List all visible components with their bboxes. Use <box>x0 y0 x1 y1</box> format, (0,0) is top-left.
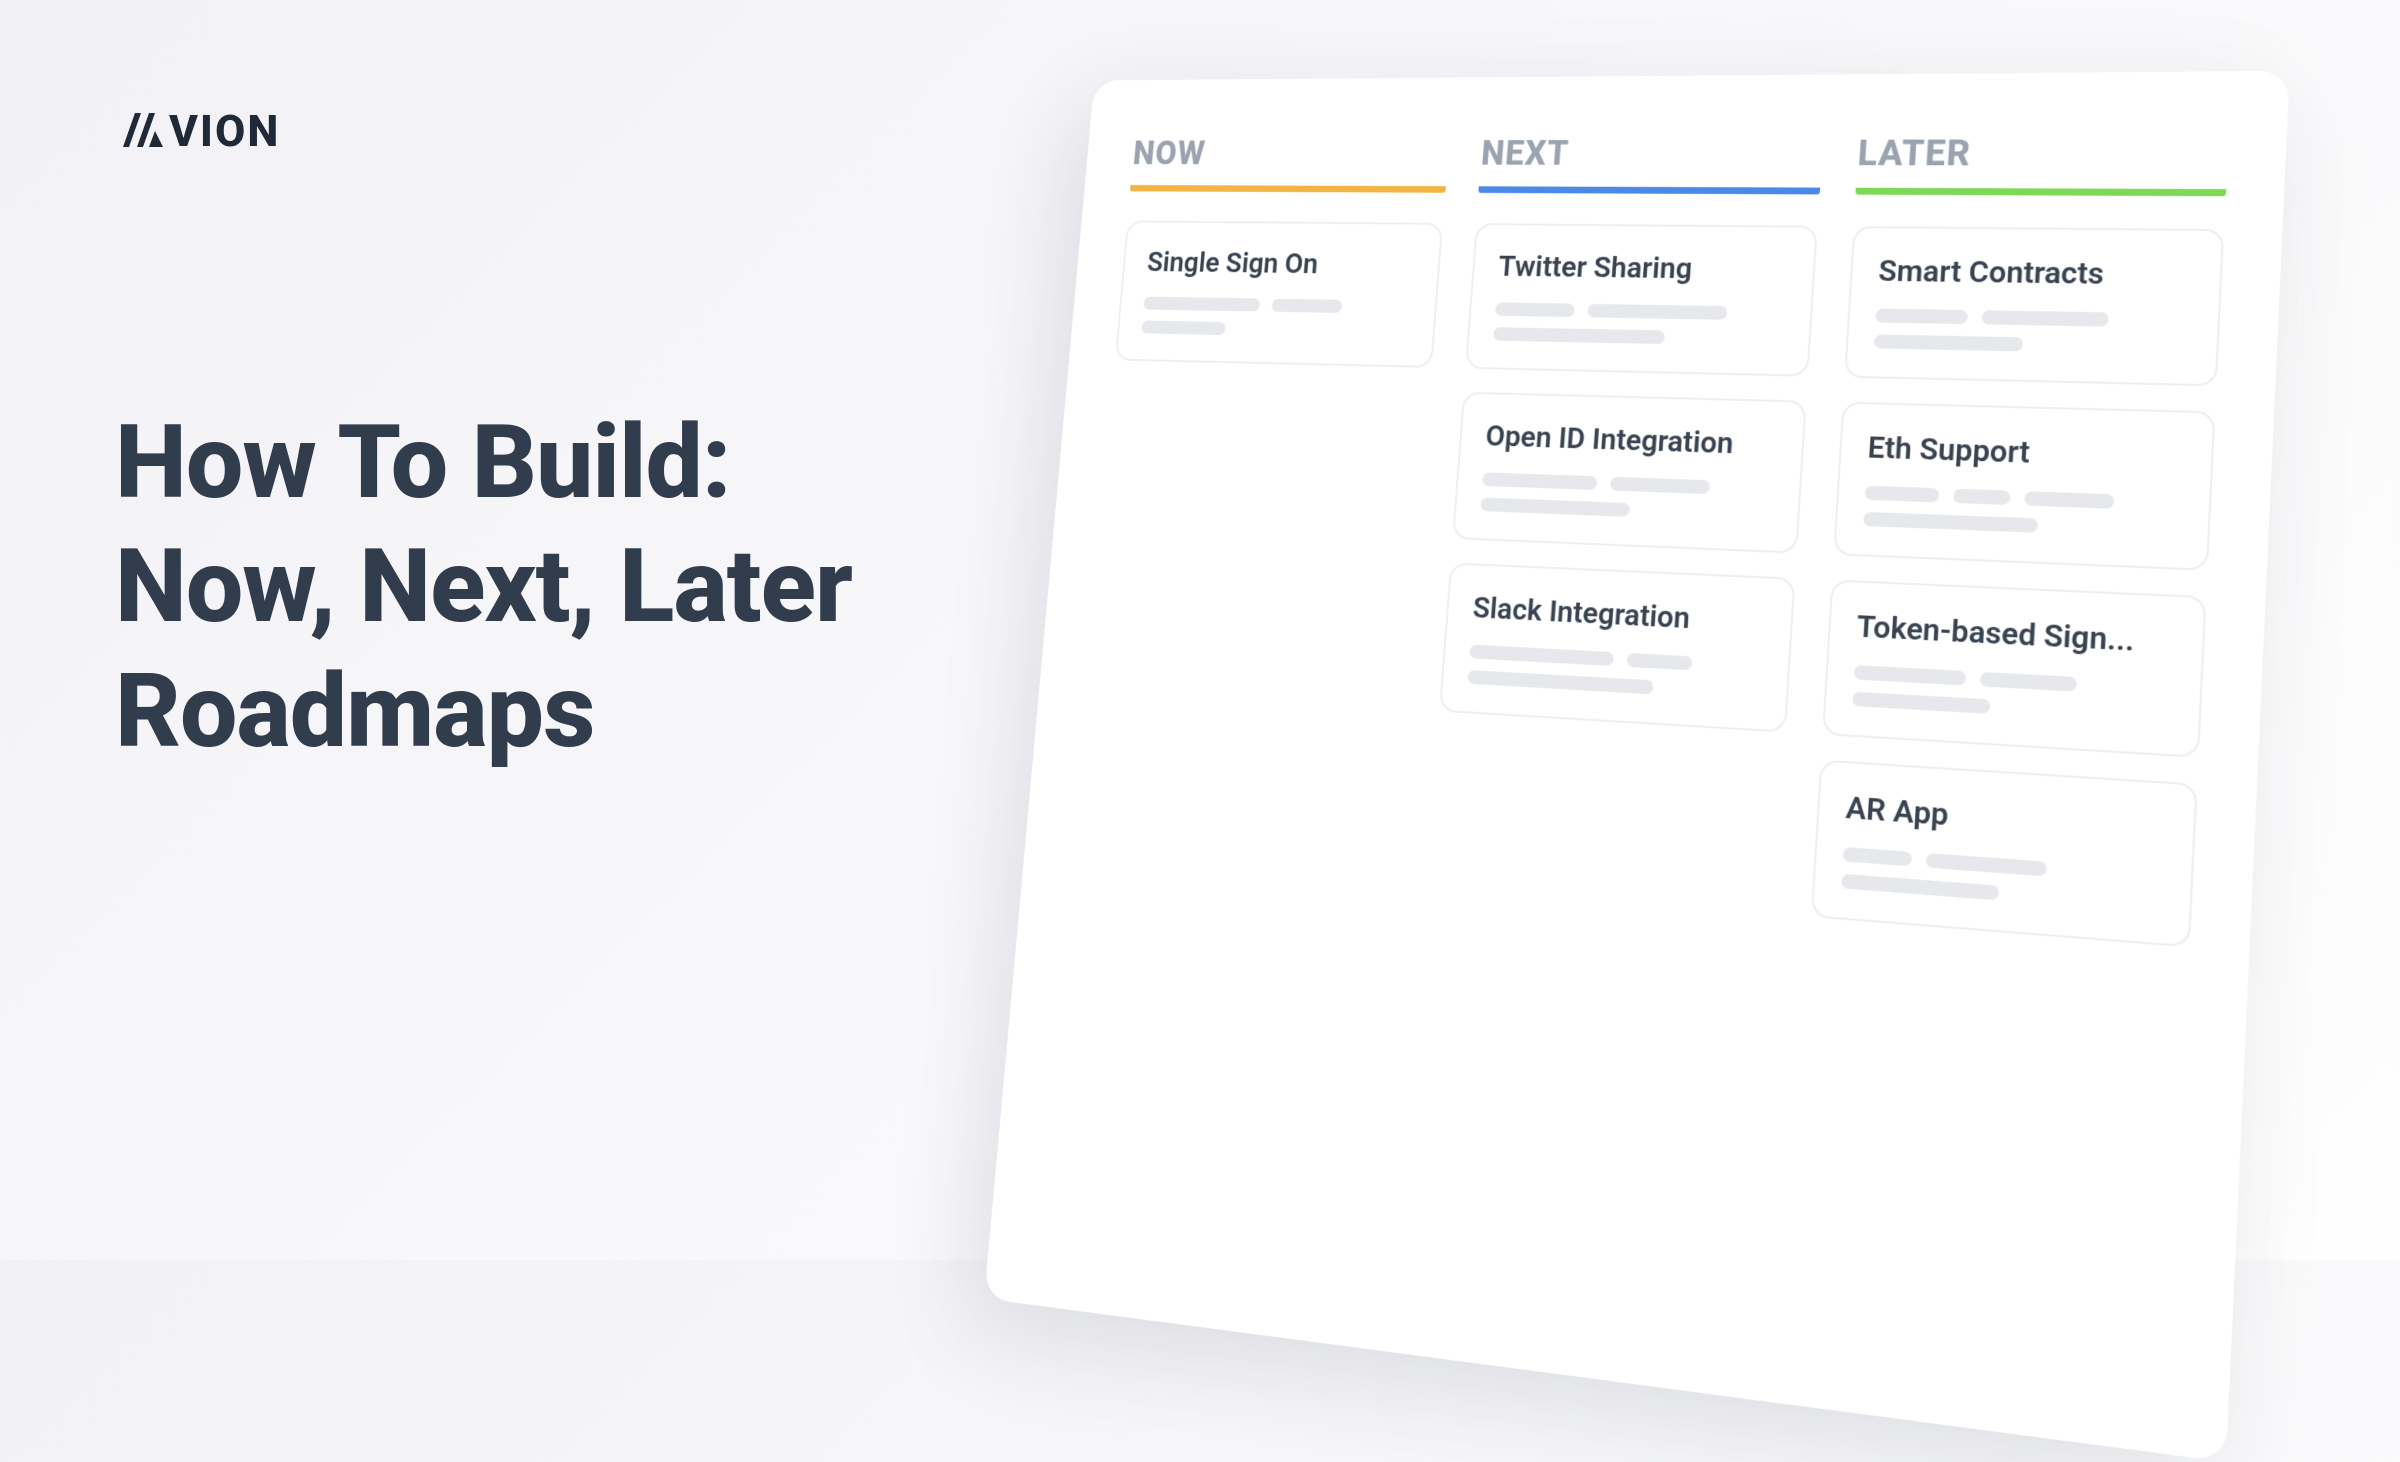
skeleton-row <box>1863 512 2180 538</box>
skeleton-row <box>1854 665 2172 697</box>
brand-name: VION <box>169 105 280 157</box>
card-next-0[interactable]: Twitter Sharing <box>1465 223 1818 377</box>
column-later-header: LATER <box>1855 132 2229 196</box>
card-next-1[interactable]: Open ID Integration <box>1452 392 1807 554</box>
skeleton-row <box>1875 309 2190 329</box>
column-now-header: NOW <box>1130 134 1450 193</box>
skeleton-row <box>1469 644 1762 674</box>
card-later-0[interactable]: Smart Contracts <box>1844 226 2224 386</box>
card-title: Eth Support <box>1867 430 2184 475</box>
column-now: NOW Single Sign On <box>1036 134 1450 1287</box>
skeleton-row <box>1141 320 1410 338</box>
title-line-2: Now, Next, Later <box>115 526 852 646</box>
roadmap-board-wrap: NOW Single Sign On NEXT Twitter Sharing <box>980 60 2340 1360</box>
card-title: Open ID Integration <box>1485 419 1778 462</box>
card-title: Token-based Sign... <box>1856 609 2175 661</box>
skeleton-row <box>1482 472 1774 496</box>
card-title: Smart Contracts <box>1877 254 2193 293</box>
title-line-1: How To Build: <box>115 402 731 522</box>
card-later-1[interactable]: Eth Support <box>1833 402 2216 571</box>
roadmap-board: NOW Single Sign On NEXT Twitter Sharing <box>984 71 2290 1462</box>
card-title: Slack Integration <box>1472 591 1766 640</box>
skeleton-row <box>1865 486 2182 512</box>
card-title: AR App <box>1845 790 2166 849</box>
skeleton-row <box>1874 334 2189 354</box>
card-title: Twitter Sharing <box>1497 250 1788 287</box>
page-title: How To Build: Now, Next, Later Roadmaps <box>115 400 852 773</box>
title-line-3: Roadmaps <box>115 651 594 771</box>
column-later: LATER Smart Contracts Eth Support <box>1785 132 2229 1387</box>
card-next-2[interactable]: Slack Integration <box>1439 562 1796 732</box>
column-next: NEXT Twitter Sharing Open ID Integration <box>1395 133 1824 1335</box>
skeleton-row <box>1495 302 1785 321</box>
card-title: Single Sign On <box>1146 246 1416 282</box>
column-next-header: NEXT <box>1478 133 1823 195</box>
brand-logo: VION <box>115 105 280 157</box>
card-later-2[interactable]: Token-based Sign... <box>1822 579 2207 758</box>
skeleton-row <box>1493 327 1784 346</box>
card-now-0[interactable]: Single Sign On <box>1115 220 1443 367</box>
skeleton-row <box>1467 670 1761 701</box>
logo-mark-icon <box>115 107 171 155</box>
skeleton-row <box>1143 297 1411 315</box>
card-later-3[interactable]: AR App <box>1811 760 2198 948</box>
skeleton-row <box>1852 692 2171 725</box>
skeleton-row <box>1480 497 1772 522</box>
